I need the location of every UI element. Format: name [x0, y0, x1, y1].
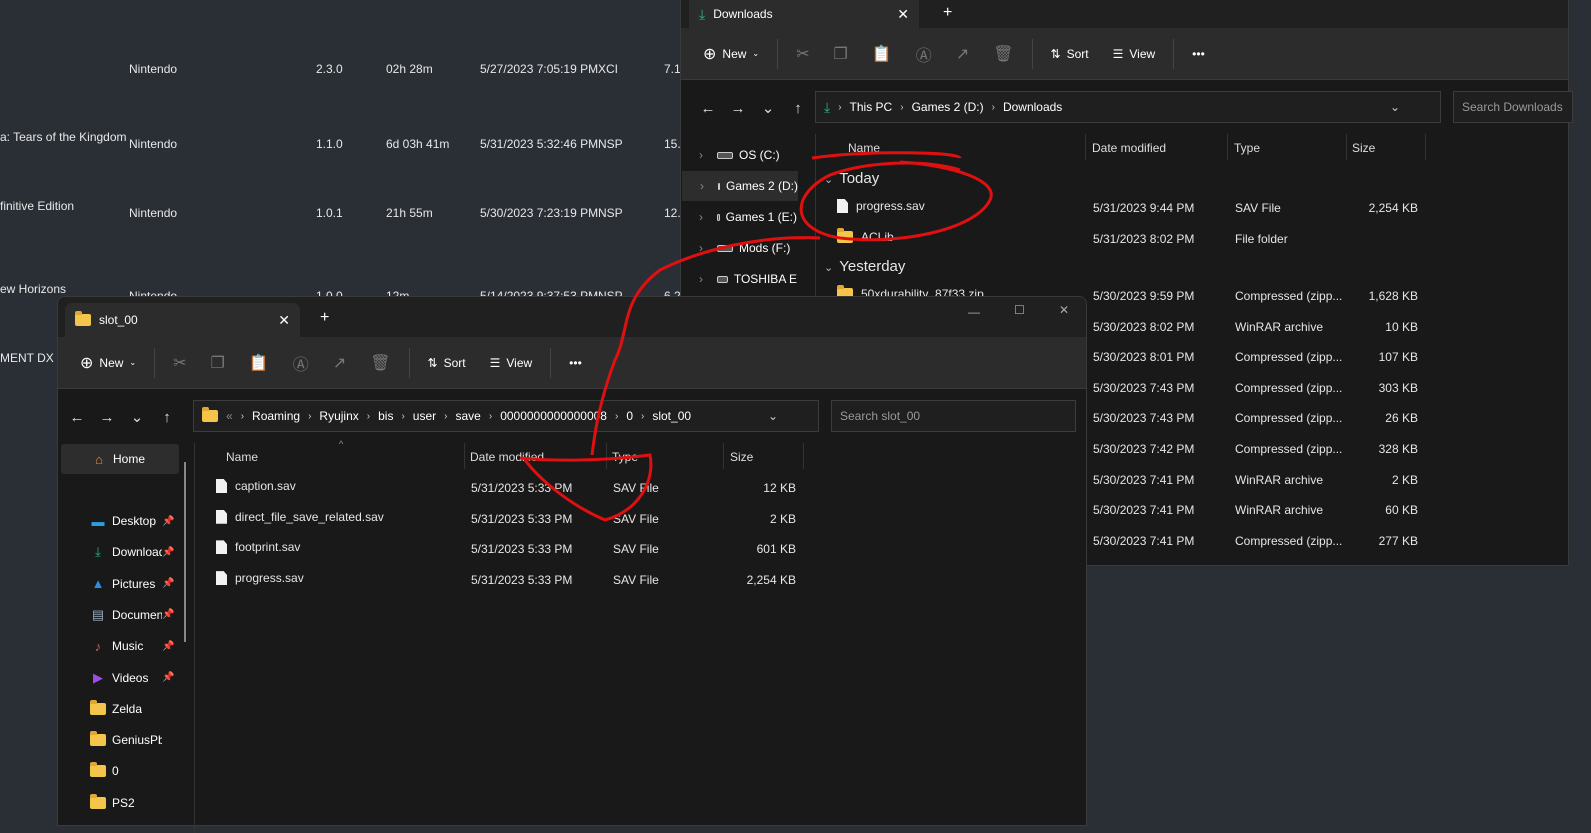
red-annotation [519, 151, 993, 522]
